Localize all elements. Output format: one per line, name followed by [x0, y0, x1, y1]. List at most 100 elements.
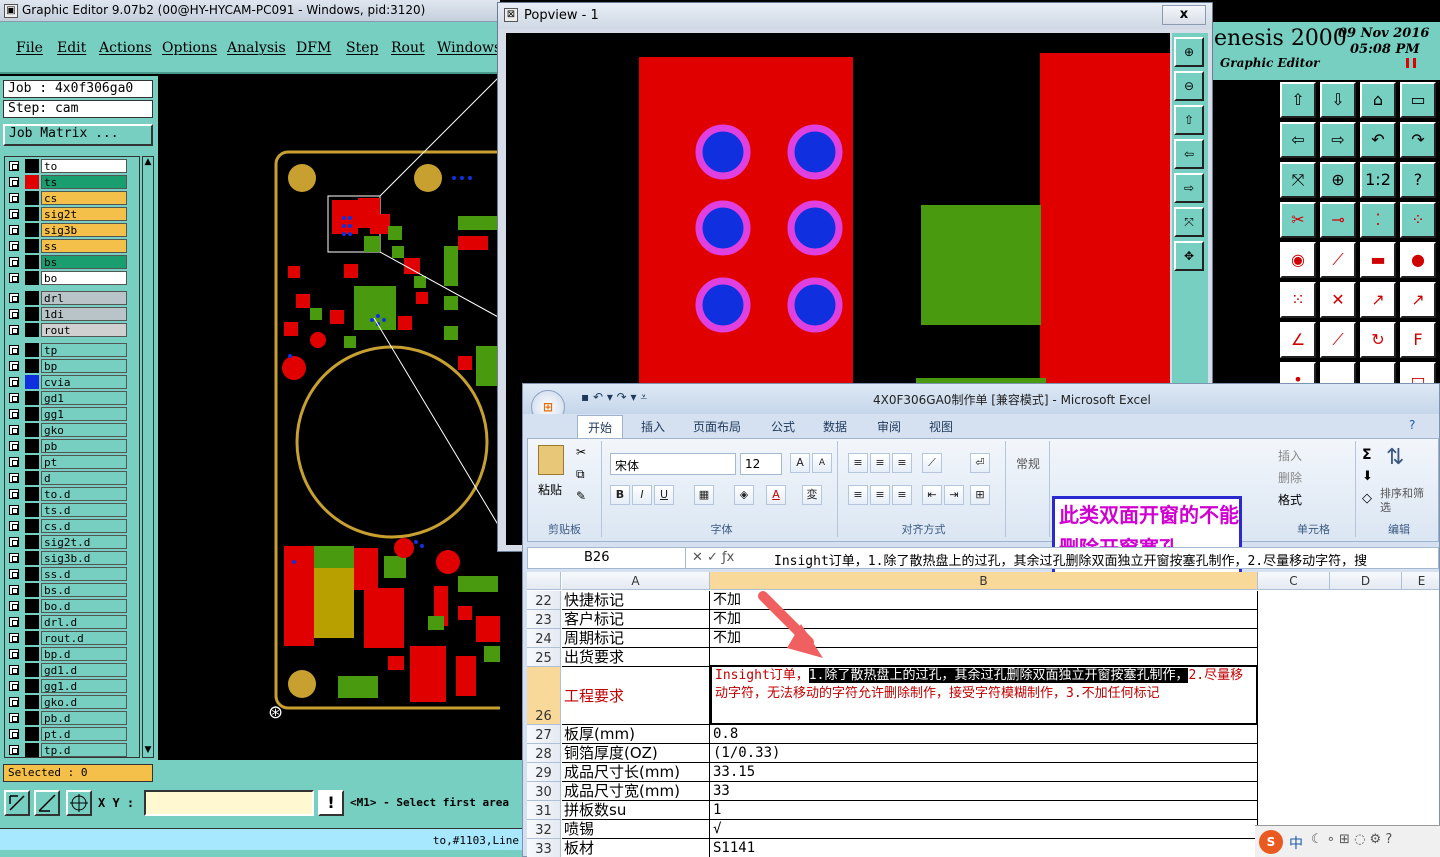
layer-color-swatch[interactable] [25, 631, 39, 645]
row-header[interactable]: 26 [527, 667, 561, 725]
menu-actions[interactable]: Actions [99, 40, 152, 56]
layer-color-swatch[interactable] [25, 175, 39, 189]
bold-button[interactable]: B [610, 485, 630, 505]
tab-insert[interactable]: 插入 [641, 418, 665, 435]
layer-name[interactable]: gko.d [41, 695, 127, 709]
layer-color-swatch[interactable] [25, 471, 39, 485]
layer-checkbox[interactable] [9, 409, 19, 419]
increase-indent-button[interactable]: ⇥ [944, 485, 964, 505]
xy-coordinate-input[interactable] [144, 790, 314, 816]
help-tool-button[interactable]: ? [1400, 162, 1436, 198]
layer-name[interactable]: cs.d [41, 519, 127, 533]
layer-checkbox[interactable] [9, 425, 19, 435]
layer-checkbox[interactable] [9, 257, 19, 267]
cell-a[interactable]: 快捷标记 [562, 591, 710, 610]
layer-row-cvia[interactable]: cvia [7, 375, 139, 389]
layer-checkbox[interactable] [9, 729, 19, 739]
layer-row-ts[interactable]: ts [7, 175, 139, 189]
move2-tool-button[interactable]: ↗ [1400, 282, 1436, 318]
layer-checkbox[interactable] [9, 441, 19, 451]
layer-name[interactable]: ts.d [41, 503, 127, 517]
ruler-tool-button[interactable]: ▬ [1360, 242, 1396, 278]
cell-b[interactable]: (1/0.33) [710, 744, 1258, 763]
ime-mode[interactable]: 中 [1289, 833, 1303, 853]
pan-up-button[interactable]: ⇧ [1174, 105, 1204, 135]
center-button[interactable]: ✥ [1174, 241, 1204, 271]
align-right-button[interactable]: ≡ [892, 485, 912, 505]
col-header-d[interactable]: D [1330, 572, 1402, 590]
layer-row-ts-d[interactable]: ts.d [7, 503, 139, 517]
layer-name[interactable]: to.d [41, 487, 127, 501]
layer-checkbox[interactable] [9, 505, 19, 515]
row-header[interactable]: 29 [527, 763, 561, 782]
align-left-button[interactable]: ≡ [848, 485, 868, 505]
layer-checkbox[interactable] [9, 225, 19, 235]
row-header[interactable]: 31 [527, 801, 561, 820]
arrow-right-tool-button[interactable]: ⇨ [1320, 122, 1356, 158]
layer-row-tp-d[interactable]: tp.d [7, 743, 139, 757]
pin-tool-button[interactable]: ⊸ [1320, 202, 1356, 238]
layer-row-bp-d[interactable]: bp.d [7, 647, 139, 661]
cell-a[interactable]: 成品尺寸宽(mm) [562, 782, 710, 801]
layer-name[interactable]: 1di [41, 307, 127, 321]
layer-name[interactable]: ss [41, 239, 127, 253]
font-color-button[interactable]: A [766, 485, 786, 505]
layer-row-gg1[interactable]: gg1 [7, 407, 139, 421]
underline-button[interactable]: U [654, 485, 674, 505]
measure-button[interactable] [34, 790, 60, 816]
help-icon[interactable]: ? [1409, 418, 1415, 432]
shrink-font-button[interactable]: A [812, 453, 832, 473]
layer-name[interactable]: bo [41, 271, 127, 285]
row-header[interactable]: 30 [527, 782, 561, 801]
layer-name[interactable]: sig2t [41, 207, 127, 221]
layer-color-swatch[interactable] [25, 727, 39, 741]
layer-name[interactable]: gd1.d [41, 663, 127, 677]
undo-tool-button[interactable]: ↶ [1360, 122, 1396, 158]
layer-row-sig2t-d[interactable]: sig2t.d [7, 535, 139, 549]
align-center-button[interactable]: ≡ [870, 485, 890, 505]
layer-color-swatch[interactable] [25, 439, 39, 453]
cell-a[interactable]: 喷锡 [562, 820, 710, 839]
formula-buttons[interactable]: ✕ ✓ ƒx [692, 550, 734, 565]
layer-name[interactable]: cvia [41, 375, 127, 389]
layer-color-swatch[interactable] [25, 191, 39, 205]
orientation-button[interactable]: ⟋ [922, 453, 942, 473]
fit-all-button[interactable]: ⤧ [1174, 207, 1204, 237]
cell-b[interactable]: 33.15 [710, 763, 1258, 782]
layer-checkbox[interactable] [9, 681, 19, 691]
layer-checkbox[interactable] [9, 345, 19, 355]
layer-row-pt[interactable]: pt [7, 455, 139, 469]
layer-color-swatch[interactable] [25, 695, 39, 709]
number-format-box[interactable]: 常规 [1016, 455, 1040, 472]
quick-access-toolbar[interactable]: ▪ ↶ ▾ ↷ ▾ ⩡ [581, 390, 647, 405]
layer-row-to[interactable]: to [7, 159, 139, 173]
zoom-area-button[interactable] [4, 790, 30, 816]
circle-tool-button[interactable]: ● [1400, 242, 1436, 278]
layer-color-swatch[interactable] [25, 391, 39, 405]
menu-file[interactable]: File [16, 40, 43, 56]
sogou-icon[interactable]: S [1259, 830, 1283, 854]
layer-checkbox[interactable] [9, 585, 19, 595]
layer-checkbox[interactable] [9, 241, 19, 251]
cell-a[interactable]: 拼板数su [562, 801, 710, 820]
tray-icons[interactable]: ☾ ∘ ⊞ ◌ ⚙ ? [1311, 832, 1392, 847]
layer-row-d[interactable]: d [7, 471, 139, 485]
layer-row-rout-d[interactable]: rout.d [7, 631, 139, 645]
format-cells-button[interactable]: 格式 [1278, 491, 1302, 508]
window-tool-button[interactable]: ▭ [1400, 82, 1436, 118]
layer-row-drl-d[interactable]: drl.d [7, 615, 139, 629]
layer-row-gg1-d[interactable]: gg1.d [7, 679, 139, 693]
layer-row-pb-d[interactable]: pb.d [7, 711, 139, 725]
layer-name[interactable]: bp.d [41, 647, 127, 661]
select-all-corner[interactable] [527, 572, 561, 590]
cell-a[interactable]: 周期标记 [562, 629, 710, 648]
layer-checkbox[interactable] [9, 521, 19, 531]
layer-color-swatch[interactable] [25, 583, 39, 597]
zoom-in-button[interactable]: ⊕ [1174, 37, 1204, 67]
cell-a[interactable]: 客户标记 [562, 610, 710, 629]
cell-a[interactable]: 成品尺寸长(mm) [562, 763, 710, 782]
layer-color-swatch[interactable] [25, 343, 39, 357]
font-name-box[interactable]: 宋体 [610, 453, 736, 475]
scroll-up-icon[interactable]: ▲ [143, 157, 153, 169]
ratio-tool-button[interactable]: 1:2 [1360, 162, 1396, 198]
